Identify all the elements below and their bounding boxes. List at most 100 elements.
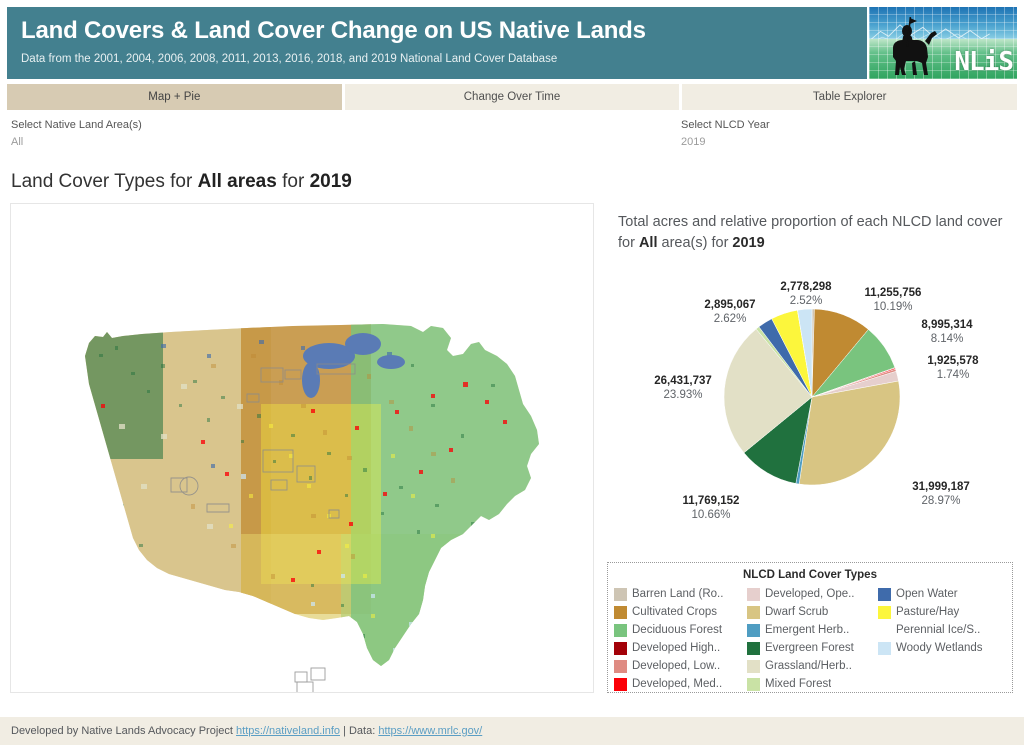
legend-item-barren-land[interactable]: Barren Land (Ro.. <box>614 585 747 603</box>
legend-label: Developed, Med.. <box>632 678 723 690</box>
legend-item-developed-med[interactable]: Developed, Med.. <box>614 675 747 693</box>
logo-wordmark: NLiS <box>954 47 1014 77</box>
legend-label: Deciduous Forest <box>632 624 723 636</box>
legend-swatch-icon <box>614 677 627 691</box>
pie-label-cultivated-crops: 11,255,756 10.19% <box>864 287 922 313</box>
legend-swatch-icon <box>747 641 760 655</box>
legend-item-deciduous-forest[interactable]: Deciduous Forest <box>614 621 747 639</box>
legend-label: Barren Land (Ro.. <box>632 588 724 600</box>
legend-columns: Barren Land (Ro.. Cultivated Crops Decid… <box>614 585 1006 693</box>
legend-item-cultivated-crops[interactable]: Cultivated Crops <box>614 603 747 621</box>
pie-caption-line2-middle: area(s) for <box>657 235 733 251</box>
footer-prefix: Developed by Native Lands Advocacy Proje… <box>11 725 237 737</box>
legend-label: Developed High.. <box>632 642 721 654</box>
legend-label: Dwarf Scrub <box>765 606 829 618</box>
filter-native-land-area-label: Select Native Land Area(s) <box>11 119 142 131</box>
filter-nlcd-year-label: Select NLCD Year <box>681 119 770 131</box>
nlis-logo: NLiS <box>867 7 1017 79</box>
legend-label: Perennial Ice/S.. <box>896 624 981 636</box>
legend-label: Mixed Forest <box>765 678 832 690</box>
legend-label: Woody Wetlands <box>896 642 983 654</box>
pie-caption-line2-prefix: for <box>618 235 639 251</box>
legend-label: Pasture/Hay <box>896 606 960 618</box>
legend-swatch-icon <box>878 641 891 655</box>
legend-label: Emergent Herb.. <box>765 624 850 636</box>
filter-native-land-area: Select Native Land Area(s) All <box>11 118 142 150</box>
pie-slice[interactable] <box>798 380 901 486</box>
legend-swatch-icon <box>614 623 627 637</box>
pie-slice-group[interactable] <box>723 308 901 486</box>
legend-column-1: Barren Land (Ro.. Cultivated Crops Decid… <box>614 585 747 693</box>
nativeland-link[interactable]: https://nativeland.info <box>236 725 340 737</box>
pie-caption-year: 2019 <box>732 235 765 251</box>
legend-swatch-icon <box>747 677 760 691</box>
tab-map-pie[interactable]: Map + Pie <box>7 84 342 110</box>
filter-nlcd-year: Select NLCD Year 2019 <box>681 118 770 150</box>
page-title: Land Covers & Land Cover Change on US Na… <box>21 17 646 44</box>
land-cover-map-panel[interactable] <box>10 203 594 693</box>
legend-item-open-water[interactable]: Open Water <box>878 585 1008 603</box>
mrlc-link[interactable]: https://www.mrlc.gov/ <box>378 725 482 737</box>
legend-swatch-icon <box>747 587 760 601</box>
legend-swatch-icon <box>747 623 760 637</box>
legend-swatch-icon <box>878 587 891 601</box>
pie-caption: Total acres and relative proportion of e… <box>618 212 1014 254</box>
legend-swatch-icon <box>614 641 627 655</box>
tab-change-over-time[interactable]: Change Over Time <box>344 84 680 110</box>
section-title-prefix: Land Cover Types for <box>11 171 198 192</box>
legend-title: NLCD Land Cover Types <box>743 569 877 581</box>
app-header: Land Covers & Land Cover Change on US Na… <box>7 7 1017 79</box>
legend-item-developed-high[interactable]: Developed High.. <box>614 639 747 657</box>
legend-item-developed-low[interactable]: Developed, Low.. <box>614 657 747 675</box>
legend-item-pasture-hay[interactable]: Pasture/Hay <box>878 603 1008 621</box>
legend-item-mixed-forest[interactable]: Mixed Forest <box>747 675 878 693</box>
legend-label: Developed, Low.. <box>632 660 721 672</box>
legend-swatch-icon <box>614 659 627 673</box>
page-footer: Developed by Native Lands Advocacy Proje… <box>0 717 1024 745</box>
pie-label-dwarf-scrub: 31,999,187 28.97% <box>912 481 970 507</box>
tab-bar: Map + Pie Change Over Time Table Explore… <box>7 84 1018 110</box>
filter-native-land-area-value[interactable]: All <box>11 134 142 150</box>
legend-swatch-icon <box>878 605 891 619</box>
map-landcover-raster <box>85 324 539 666</box>
header-banner: Land Covers & Land Cover Change on US Na… <box>7 7 867 79</box>
legend-column-2: Developed, Ope.. Dwarf Scrub Emergent He… <box>747 585 878 693</box>
filter-nlcd-year-value[interactable]: 2019 <box>681 134 770 150</box>
section-title-area: All areas <box>197 171 277 192</box>
legend-item-developed-open[interactable]: Developed, Ope.. <box>747 585 878 603</box>
legend-item-evergreen-forest[interactable]: Evergreen Forest <box>747 639 878 657</box>
pie-label-deciduous-forest: 8,995,314 8.14% <box>921 319 973 345</box>
legend-label: Cultivated Crops <box>632 606 718 618</box>
legend-swatch-icon <box>614 587 627 601</box>
land-cover-pie-chart[interactable]: 2,778,298 2.52% 11,255,756 10.19% 2,895,… <box>606 268 1018 550</box>
pie-label-evergreen-forest: 11,769,152 10.66% <box>682 495 740 521</box>
legend-label: Evergreen Forest <box>765 642 854 654</box>
legend-swatch-icon <box>878 623 891 637</box>
legend-label: Open Water <box>896 588 958 600</box>
pie-caption-area: All <box>638 235 658 251</box>
legend-item-dwarf-scrub[interactable]: Dwarf Scrub <box>747 603 878 621</box>
filter-bar: Select Native Land Area(s) All Select NL… <box>0 115 1024 155</box>
legend-item-grassland-herbaceous[interactable]: Grassland/Herb.. <box>747 657 878 675</box>
section-title: Land Cover Types for All areas for 2019 <box>11 170 352 194</box>
us-land-cover-map[interactable] <box>11 204 594 693</box>
pie-label-open-water: 2,895,067 2.62% <box>704 299 756 325</box>
section-title-year: 2019 <box>309 171 352 192</box>
footer-middle: | Data: <box>340 725 379 737</box>
pie-caption-line1: Total acres and relative proportion of e… <box>618 214 1003 230</box>
footer-credit: Developed by Native Lands Advocacy Proje… <box>11 725 482 737</box>
legend-label: Grassland/Herb.. <box>765 660 852 672</box>
legend-label: Developed, Ope.. <box>765 588 855 600</box>
page-subtitle: Data from the 2001, 2004, 2006, 2008, 20… <box>21 53 558 65</box>
legend-item-perennial-ice-snow[interactable]: Perennial Ice/S.. <box>878 621 1008 639</box>
pie-label-grassland-herbaceous: 26,431,737 23.93% <box>654 375 712 401</box>
tab-table-explorer[interactable]: Table Explorer <box>682 84 1018 110</box>
legend-swatch-icon <box>614 605 627 619</box>
pie-label-developed-open: 1,925,578 1.74% <box>927 355 979 381</box>
legend-item-woody-wetlands[interactable]: Woody Wetlands <box>878 639 1008 657</box>
horseback-rider-icon <box>893 17 937 75</box>
legend-panel: NLCD Land Cover Types Barren Land (Ro.. … <box>607 562 1013 693</box>
legend-column-3: Open Water Pasture/Hay Perennial Ice/S..… <box>878 585 1008 693</box>
legend-swatch-icon <box>747 659 760 673</box>
legend-item-emergent-herbaceous[interactable]: Emergent Herb.. <box>747 621 878 639</box>
